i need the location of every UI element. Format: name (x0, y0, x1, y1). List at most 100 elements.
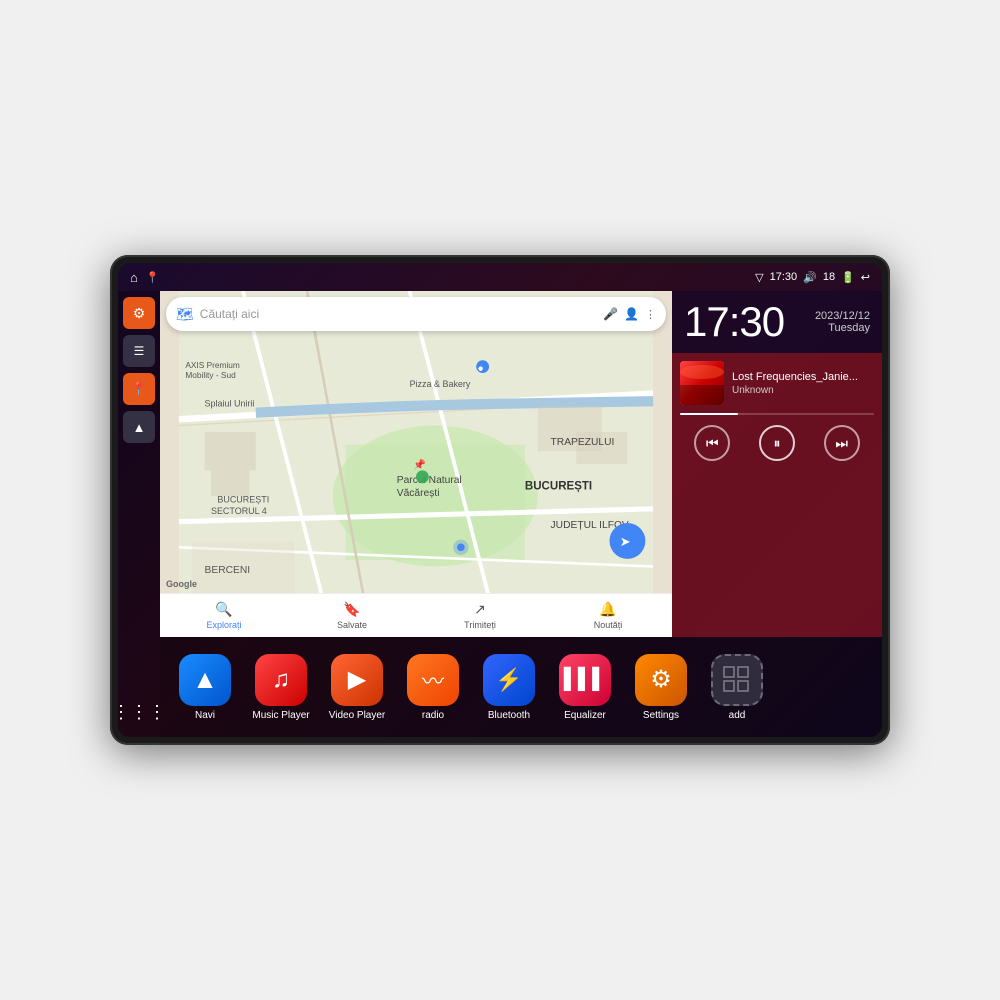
device-screen: ⌂ 📍 ▽ 17:30 🔊 18 🔋 ↩ ⚙ ☰ (118, 263, 882, 737)
share-label: Trimiteți (464, 620, 496, 630)
clock-section: 17:30 2023/12/12 Tuesday (672, 291, 882, 353)
home-icon[interactable]: ⌂ (130, 270, 138, 285)
app-bluetooth[interactable]: ⚡ Bluetooth (474, 654, 544, 721)
nav-icon: ▲ (133, 420, 146, 435)
equalizer-label: Equalizer (564, 710, 606, 721)
main-area: ⚙ ☰ 📍 ▲ ⋮⋮⋮ (118, 291, 882, 737)
music-pause-button[interactable]: ⏸ (759, 425, 795, 461)
music-album-art (680, 361, 724, 405)
saved-label: Salvate (337, 620, 367, 630)
volume-icon: 🔊 (803, 271, 817, 284)
sidebar-apps-button[interactable]: ⋮⋮⋮ (123, 699, 155, 731)
svg-text:BERCENI: BERCENI (205, 565, 251, 576)
location-icon: 📍 (131, 381, 147, 397)
map-search-bar[interactable]: 🗺 Căutați aici 🎤 👤 ⋮ (166, 297, 666, 331)
music-next-button[interactable]: ⏭ (824, 425, 860, 461)
music-progress-fill (680, 413, 738, 415)
back-icon[interactable]: ↩ (861, 271, 870, 284)
video-icon-bg: ▶ (331, 654, 383, 706)
app-radio[interactable]: 〰 radio (398, 654, 468, 721)
settings-app-icon: ⚙ (650, 665, 672, 694)
svg-text:Parcul Natural: Parcul Natural (397, 475, 462, 486)
pause-icon: ⏸ (773, 435, 780, 452)
svg-text:Splaiul Unirii: Splaiul Unirii (205, 398, 255, 408)
radio-label: radio (422, 710, 444, 721)
music-info: Lost Frequencies_Janie... Unknown (732, 371, 874, 396)
map-options-icon[interactable]: ⋮ (645, 308, 656, 321)
bottom-apps-bar: ▲ Navi ♫ Music Player ▶ (160, 637, 882, 737)
navi-icon-bg: ▲ (179, 654, 231, 706)
music-section: Lost Frequencies_Janie... Unknown ⏮ (672, 353, 882, 637)
app-navi[interactable]: ▲ Navi (170, 654, 240, 721)
eq-icon-bg: ▌▌▌ (559, 654, 611, 706)
map-search-text[interactable]: Căutați aici (200, 307, 597, 321)
map-share-tab[interactable]: ↗ Trimiteți (416, 601, 544, 630)
music-progress-bar[interactable] (680, 413, 874, 415)
map-news-tab[interactable]: 🔔 Noutăți (544, 601, 672, 630)
microphone-icon[interactable]: 🎤 (603, 307, 618, 321)
clock-date-section: 2023/12/12 Tuesday (815, 310, 870, 334)
radio-app-icon: 〰 (422, 664, 444, 696)
sidebar-nav-button[interactable]: ▲ (123, 411, 155, 443)
music-artist: Unknown (732, 385, 874, 396)
clock-time: 17:30 (684, 301, 784, 343)
radio-icon-bg: 〰 (407, 654, 459, 706)
music-controls: ⏮ ⏸ ⏭ (680, 425, 874, 461)
sidebar-location-button[interactable]: 📍 (123, 373, 155, 405)
status-time: 17:30 (770, 271, 798, 283)
google-logo: Google (166, 579, 197, 589)
files-icon: ☰ (134, 344, 145, 358)
next-icon: ⏭ (835, 435, 848, 452)
explore-icon: 🔍 (215, 601, 232, 618)
add-icon-bg (711, 654, 763, 706)
explore-label: Explorați (206, 620, 241, 630)
sidebar-files-button[interactable]: ☰ (123, 335, 155, 367)
app-settings[interactable]: ⚙ Settings (626, 654, 696, 721)
app-video-player[interactable]: ▶ Video Player (322, 654, 392, 721)
svg-text:📌: 📌 (413, 458, 426, 471)
sidebar: ⚙ ☰ 📍 ▲ ⋮⋮⋮ (118, 291, 160, 737)
navi-label: Navi (195, 710, 215, 721)
account-icon[interactable]: 👤 (624, 307, 639, 321)
app-add[interactable]: add (702, 654, 772, 721)
music-icon-bg: ♫ (255, 654, 307, 706)
top-section: Splaiul Unirii Parcul Natural Văcărești … (160, 291, 882, 637)
clock-day: Tuesday (815, 322, 870, 334)
battery-icon: 🔋 (841, 271, 855, 284)
sidebar-settings-button[interactable]: ⚙ (123, 297, 155, 329)
map-bottom-bar: 🔍 Explorați 🔖 Salvate ↗ Trimiteți (160, 593, 672, 637)
app-equalizer[interactable]: ▌▌▌ Equalizer (550, 654, 620, 721)
map-explore-tab[interactable]: 🔍 Explorați (160, 601, 288, 630)
settings-icon-bg: ⚙ (635, 654, 687, 706)
share-icon: ↗ (474, 601, 486, 618)
music-track-info: Lost Frequencies_Janie... Unknown (680, 361, 874, 405)
navi-icon: ▲ (192, 664, 218, 695)
svg-text:SECTORUL 4: SECTORUL 4 (211, 506, 267, 516)
prev-icon: ⏮ (706, 435, 719, 452)
svg-text:●: ● (478, 364, 484, 375)
svg-text:AXIS Premium: AXIS Premium (185, 360, 240, 370)
clock-date: 2023/12/12 (815, 310, 870, 322)
map-container[interactable]: Splaiul Unirii Parcul Natural Văcărești … (160, 291, 672, 637)
app-music-player[interactable]: ♫ Music Player (246, 654, 316, 721)
svg-text:Pizza & Bakery: Pizza & Bakery (410, 379, 471, 389)
add-label: add (729, 710, 746, 721)
music-title: Lost Frequencies_Janie... (732, 371, 874, 383)
map-saved-tab[interactable]: 🔖 Salvate (288, 601, 416, 630)
bluetooth-icon: ⚡ (495, 667, 522, 693)
status-bar-left: ⌂ 📍 (130, 270, 160, 285)
battery-level: 18 (823, 271, 835, 283)
svg-text:Văcărești: Văcărești (397, 488, 440, 499)
bt-icon-bg: ⚡ (483, 654, 535, 706)
add-grid-icon (722, 665, 752, 695)
settings-icon: ⚙ (133, 305, 146, 322)
maps-logo-icon: 🗺 (176, 306, 194, 323)
status-bar-right: ▽ 17:30 🔊 18 🔋 ↩ (755, 271, 870, 284)
svg-text:➤: ➤ (620, 534, 631, 549)
music-prev-button[interactable]: ⏮ (694, 425, 730, 461)
wifi-icon: ▽ (755, 271, 763, 284)
music-player-label: Music Player (252, 710, 309, 721)
maps-icon[interactable]: 📍 (146, 271, 160, 284)
device-unit: ⌂ 📍 ▽ 17:30 🔊 18 🔋 ↩ ⚙ ☰ (110, 255, 890, 745)
svg-text:Mobility - Sud: Mobility - Sud (185, 370, 236, 380)
